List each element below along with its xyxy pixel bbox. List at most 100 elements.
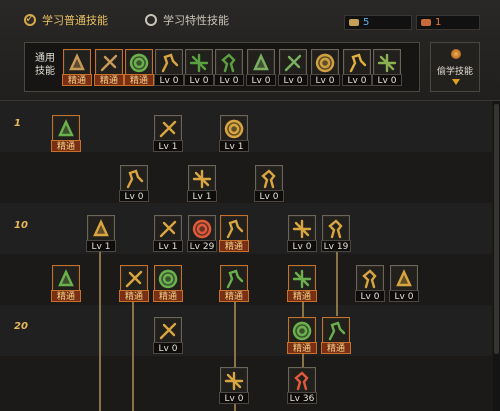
tree-skill-slot[interactable]: 精通: [51, 265, 81, 303]
skill-level-label: Lv 0: [310, 74, 340, 86]
general-skill-slot[interactable]: 精通: [62, 49, 92, 87]
general-skill-slot[interactable]: Lv 0: [342, 49, 372, 87]
skill-icon-frame: [322, 215, 350, 243]
general-skill-slot[interactable]: Lv 0: [154, 49, 184, 87]
tp-value: 1: [435, 17, 442, 28]
slash-icon: [54, 117, 78, 141]
tree-row: [0, 305, 492, 356]
skill-level-label: Lv 0: [153, 342, 183, 354]
guard-icon: [190, 217, 214, 241]
rush-icon: [222, 217, 246, 241]
skill-level-label: Lv 0: [372, 74, 402, 86]
steal-icon: [451, 49, 461, 59]
burst-icon: [257, 167, 281, 191]
wave-icon: [156, 267, 180, 291]
skill-level-label: Lv 1: [86, 240, 116, 252]
skill-level-label: Lv 0: [355, 290, 385, 302]
skill-icon-frame: [125, 49, 153, 77]
tab-trait-skills[interactable]: 学习特性技能: [145, 11, 229, 29]
tree-skill-slot[interactable]: Lv 1: [219, 115, 249, 153]
skill-level-label: Lv 0: [254, 190, 284, 202]
skill-icon-frame: [311, 49, 339, 77]
tree-skill-slot[interactable]: Lv 19: [321, 215, 351, 253]
skill-level-label: Lv 0: [154, 74, 184, 86]
target-icon: [187, 51, 211, 75]
steal-skill-button[interactable]: 偷学技能: [430, 42, 480, 92]
skill-icon-frame: [288, 367, 316, 395]
tree-skill-slot[interactable]: Lv 0: [119, 165, 149, 203]
stride-icon: [375, 51, 399, 75]
skill-icon-frame: [154, 115, 182, 143]
mastered-badge: 精通: [119, 290, 149, 302]
general-skill-slot[interactable]: Lv 0: [184, 49, 214, 87]
general-skill-slot[interactable]: 精通: [94, 49, 124, 87]
tree-skill-slot[interactable]: Lv 0: [389, 265, 419, 303]
tree-skill-slot[interactable]: Lv 0: [254, 165, 284, 203]
general-skill-slot[interactable]: Lv 0: [246, 49, 276, 87]
skill-icon-frame: [322, 317, 350, 345]
general-skill-slot[interactable]: Lv 0: [310, 49, 340, 87]
scrollbar-thumb[interactable]: [494, 104, 499, 354]
skill-icon-frame: [373, 49, 401, 77]
kneel-icon: [281, 51, 305, 75]
skill-icon-frame: [356, 265, 384, 293]
tree-skill-slot[interactable]: 精通: [321, 317, 351, 355]
claw-icon: [156, 319, 180, 343]
storm-icon: [222, 369, 246, 393]
skill-icon-frame: [63, 49, 91, 77]
sp-counter: 5: [344, 15, 412, 30]
skill-icon-frame: [288, 317, 316, 345]
dash-icon: [249, 51, 273, 75]
tab-normal-skills[interactable]: 学习普通技能: [24, 11, 108, 29]
skill-icon-frame: [220, 115, 248, 143]
skill-icon-frame: [220, 265, 248, 293]
mastered-badge: 精通: [287, 290, 317, 302]
skill-level-label: Lv 1: [219, 140, 249, 152]
tree-skill-slot[interactable]: Lv 0: [219, 367, 249, 405]
skill-icon-frame: [120, 165, 148, 193]
skill-level-label: Lv 1: [153, 140, 183, 152]
mastered-badge: 精通: [219, 290, 249, 302]
mastered-badge: 精通: [51, 140, 81, 152]
general-skill-slot[interactable]: 精通: [124, 49, 154, 87]
flex-icon: [345, 51, 369, 75]
general-skill-slot[interactable]: Lv 0: [278, 49, 308, 87]
spear-icon: [156, 217, 180, 241]
crouch-icon: [290, 217, 314, 241]
skill-icon-frame: [185, 49, 213, 77]
general-skill-slot[interactable]: Lv 0: [372, 49, 402, 87]
tree-skill-slot[interactable]: Lv 1: [153, 115, 183, 153]
tree-skill-slot[interactable]: Lv 0: [153, 317, 183, 355]
tree-skill-slot[interactable]: Lv 1: [153, 215, 183, 253]
skill-icon-frame: [390, 265, 418, 293]
general-skill-slot[interactable]: Lv 0: [214, 49, 244, 87]
skill-icon-frame: [279, 49, 307, 77]
tree-skill-slot[interactable]: 精通: [153, 265, 183, 303]
tree-skill-slot[interactable]: Lv 1: [86, 215, 116, 253]
tree-skill-slot[interactable]: 精通: [287, 317, 317, 355]
skill-icon-frame: [52, 115, 80, 143]
sit-icon: [65, 51, 89, 75]
tree-skill-slot[interactable]: Lv 36: [287, 367, 317, 405]
tab-trait-label: 学习特性技能: [163, 14, 229, 27]
general-skills-panel: 通用 技能 精通 精通 精通 Lv 0 Lv 0 Lv 0 Lv 0 Lv 0 Lv 0 Lv 0…: [24, 42, 420, 92]
tab-normal-label: 学习普通技能: [42, 14, 108, 27]
tree-skill-slot[interactable]: Lv 0: [287, 215, 317, 253]
tree-skill-slot[interactable]: 精通: [51, 115, 81, 153]
skill-icon-frame: [255, 165, 283, 193]
skill-icon-frame: [154, 265, 182, 293]
tree-skill-slot[interactable]: Lv 0: [355, 265, 385, 303]
tree-skill-slot[interactable]: 精通: [219, 215, 249, 253]
nova-icon: [290, 319, 314, 343]
tree-skill-slot[interactable]: Lv 1: [187, 165, 217, 203]
radio-unchecked-icon: [145, 14, 157, 26]
dropdown-arrow-icon: [452, 79, 460, 85]
tree-skill-slot[interactable]: 精通: [287, 265, 317, 303]
tree-skill-slot[interactable]: Lv 29: [187, 215, 217, 253]
tree-skill-slot[interactable]: 精通: [219, 265, 249, 303]
tp-book-icon: [421, 19, 431, 26]
skill-level-label: Lv 19: [321, 240, 351, 252]
skill-level-label: Lv 1: [187, 190, 217, 202]
tree-skill-slot[interactable]: 精通: [119, 265, 149, 303]
skill-icon-frame: [288, 215, 316, 243]
